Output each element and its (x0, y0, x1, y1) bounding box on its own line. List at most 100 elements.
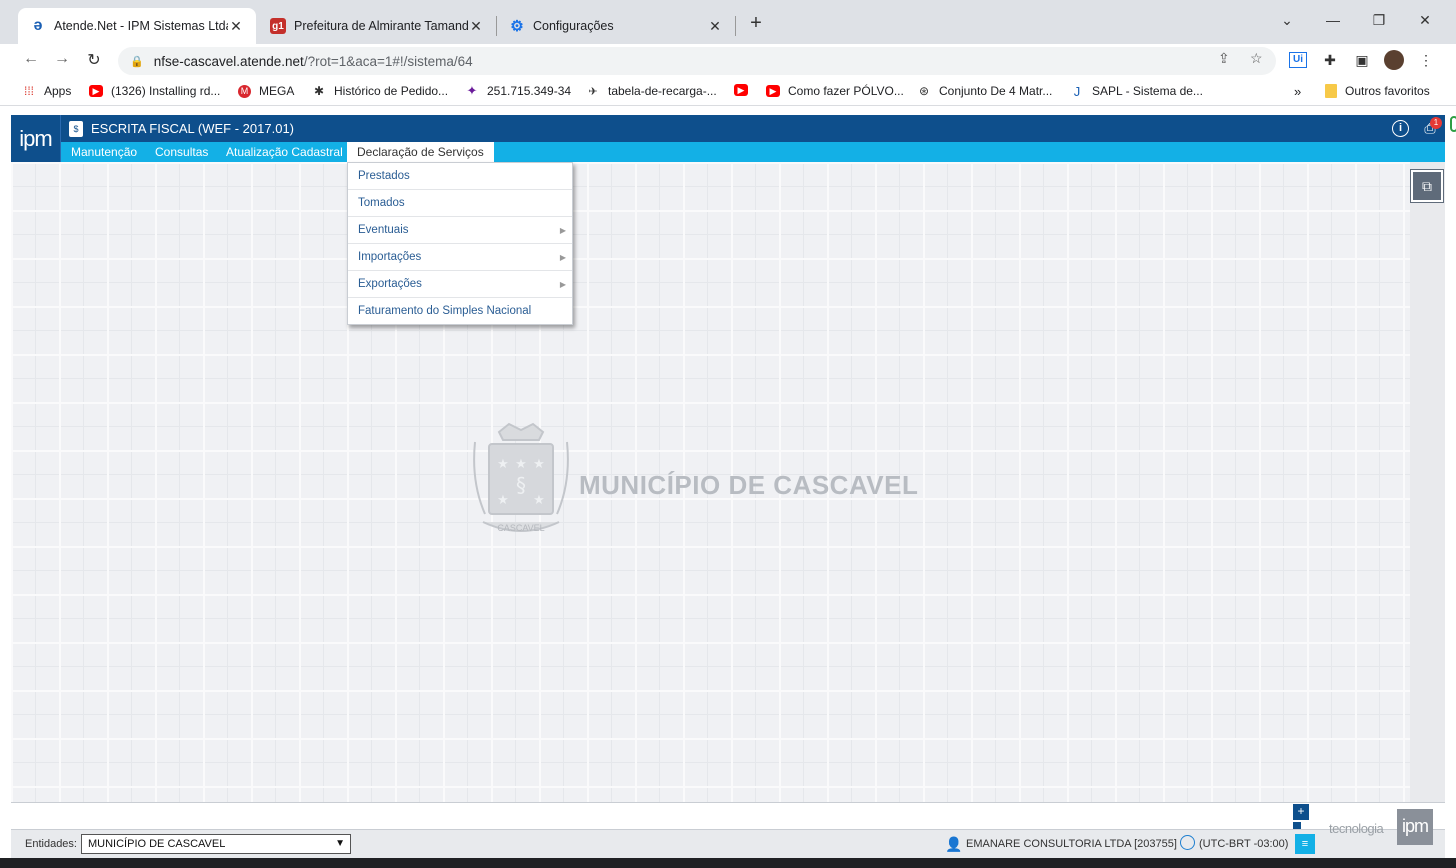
tab-prefeitura[interactable]: g1 Prefeitura de Almirante Tamanda ✕ (258, 8, 496, 44)
dropdown-item-label: Prestados (358, 170, 410, 182)
window-restore-icon[interactable]: ⧉ (1410, 169, 1444, 203)
submenu-arrow-icon: ▶ (559, 280, 566, 289)
forward-button[interactable]: → (51, 50, 73, 68)
mega-icon: M (238, 84, 251, 98)
menu-atualizacao-cadastral[interactable]: Atualização Cadastral (216, 142, 353, 162)
main-menu-bar: Manutenção Consultas Atualização Cadastr… (61, 142, 1445, 162)
bookmark-sapl[interactable]: J SAPL - Sistema de... (1070, 83, 1203, 99)
star-icon[interactable]: ☆ (1250, 50, 1263, 67)
minimize-button[interactable]: — (1318, 12, 1348, 28)
url-path: /?rot=1&aca=1#!/sistema/64 (303, 53, 473, 69)
municipality-name: MUNICÍPIO DE CASCAVEL (579, 470, 919, 500)
sapl-icon: J (1073, 83, 1081, 99)
restore-button[interactable]: ❐ (1364, 12, 1394, 29)
bookmark-outros-favoritos[interactable]: Outros favoritos (1325, 84, 1430, 98)
youtube-icon: ▶ (89, 85, 103, 97)
close-tab-icon[interactable]: ✕ (468, 18, 484, 35)
tab-separator (735, 16, 736, 36)
close-window-button[interactable]: ✕ (1410, 12, 1440, 29)
tab-title: Prefeitura de Almirante Tamanda (294, 19, 468, 33)
bookmark-label: Apps (44, 84, 72, 98)
svg-text:★: ★ (515, 457, 527, 472)
bookmark-polvora[interactable]: ▶ Como fazer PÓLVO... (766, 84, 904, 98)
dropdown-item-exportacoes[interactable]: Exportações ▶ (348, 271, 572, 298)
dropdown-item-eventuais[interactable]: Eventuais ▶ (348, 217, 572, 244)
menu-consultas[interactable]: Consultas (145, 142, 218, 162)
svg-text:§: § (516, 473, 526, 497)
bookmark-cpf[interactable]: ✦ 251.715.349-34 (465, 83, 572, 98)
footer-taskbar (11, 802, 1445, 829)
timezone: (UTC-BRT -03:00) (1199, 838, 1289, 850)
workspace-side-panel: ⧉ (1410, 162, 1445, 802)
dropdown-item-faturamento-simples[interactable]: Faturamento do Simples Nacional (348, 298, 572, 325)
uipath-extension-icon[interactable]: Ui (1289, 52, 1307, 68)
add-window-button[interactable]: + (1293, 804, 1309, 820)
window-square-icon[interactable] (1293, 822, 1301, 829)
dropdown-item-label: Importações (358, 251, 422, 263)
close-tab-icon[interactable]: ✕ (228, 18, 244, 35)
back-button[interactable]: ← (20, 50, 42, 68)
info-icon[interactable]: i (1392, 120, 1409, 137)
bookmark-youtube-installing[interactable]: ▶ (1326) Installing rd... (89, 84, 220, 98)
more-bookmarks-icon[interactable]: » (1294, 84, 1301, 99)
system-title: ESCRITA FISCAL (WEF - 2017.01) (91, 121, 294, 136)
tab-title: Configurações (533, 19, 614, 33)
notification-badge: 1 (1430, 117, 1442, 129)
bookmark-label: Conjunto De 4 Matr... (939, 84, 1053, 98)
menu-declaracao-de-servicos[interactable]: Declaração de Serviços (347, 142, 494, 162)
bookmarks-bar: ⁞⁞⁞ Apps ▶ (1326) Installing rd... M MEGA ✱… (0, 78, 1456, 106)
youtube-icon: ▶ (734, 84, 748, 96)
submenu-arrow-icon: ▶ (559, 253, 566, 262)
tab-search-icon[interactable]: ⌄ (1272, 12, 1302, 29)
new-tab-button[interactable]: + (744, 12, 768, 35)
hamburger-menu-icon[interactable]: ≡ (1295, 834, 1315, 854)
bookmark-apps[interactable]: ⁞⁞⁞ Apps (22, 84, 71, 98)
green-status-icon (1450, 116, 1456, 132)
bookmark-tabela[interactable]: ✈ tabela-de-recarga-... (586, 84, 716, 98)
submenu-arrow-icon: ▶ (559, 226, 566, 235)
dropdown-item-label: Faturamento do Simples Nacional (358, 305, 532, 317)
close-tab-icon[interactable]: ✕ (707, 18, 723, 35)
lock-icon: 🔒 (130, 55, 144, 68)
bookmark-mega[interactable]: M MEGA (238, 84, 294, 98)
bookmark-label: Outros favoritos (1345, 84, 1430, 98)
reload-button[interactable]: ↻ (83, 50, 105, 70)
tab-atende[interactable]: ə Atende.Net - IPM Sistemas Ltda ✕ (18, 8, 256, 44)
app-frame: $ ESCRITA FISCAL (WEF - 2017.01) i ⎙ 1 i… (11, 115, 1445, 858)
entity-select[interactable]: MUNICÍPIO DE CASCAVEL ▼ (81, 834, 351, 854)
status-bar: Entidades: MUNICÍPIO DE CASCAVEL ▼ 👤 EMA… (11, 829, 1445, 858)
address-bar[interactable]: 🔒 nfse-cascavel.atende.net/?rot=1&aca=1#… (118, 47, 1276, 75)
profile-avatar[interactable] (1384, 50, 1404, 70)
dropdown-item-tomados[interactable]: Tomados (348, 190, 572, 217)
tab-title: Atende.Net - IPM Sistemas Ltda (54, 19, 228, 33)
current-user[interactable]: EMANARE CONSULTORIA LTDA [203755] (966, 838, 1177, 850)
svg-text:★: ★ (497, 457, 509, 472)
side-panel-icon[interactable]: ▣ (1353, 52, 1371, 69)
declaracao-dropdown-menu: Prestados Tomados Eventuais ▶ Importações… (347, 162, 573, 325)
bookmark-youtube[interactable]: ▶ (734, 84, 756, 96)
tab-configuracoes[interactable]: ⚙ Configurações ✕ (497, 8, 735, 44)
menu-manutencao[interactable]: Manutenção (61, 142, 147, 162)
folder-icon (1325, 84, 1337, 98)
extensions-puzzle-icon[interactable]: ✚ (1321, 52, 1339, 69)
url-host: nfse-cascavel.atende.net (153, 53, 304, 69)
share-icon[interactable]: ⇪ (1218, 50, 1230, 67)
app-header: $ ESCRITA FISCAL (WEF - 2017.01) i ⎙ 1 (11, 115, 1445, 142)
municipality-coat-of-arms: ★ ★ ★ ★ ★ § CASCAVEL (473, 422, 569, 533)
bookmark-label: 251.715.349-34 (487, 84, 572, 98)
bookmark-conjunto[interactable]: ⊛ Conjunto De 4 Matr... (917, 84, 1052, 98)
youtube-icon: ▶ (766, 85, 780, 97)
brand-logo: ipm (1397, 809, 1433, 845)
system-icon: $ (69, 121, 83, 137)
browser-menu-icon[interactable]: ⋮ (1417, 52, 1435, 69)
bookmark-site-icon: ⊛ (918, 84, 930, 98)
dropdown-item-importacoes[interactable]: Importações ▶ (348, 244, 572, 271)
bookmark-label: (1326) Installing rd... (111, 84, 221, 98)
dropdown-item-prestados[interactable]: Prestados (348, 163, 572, 190)
g1-icon: g1 (270, 18, 286, 34)
bookmark-label: Como fazer PÓLVO... (788, 84, 904, 98)
bookmark-historico[interactable]: ✱ Histórico de Pedido... (312, 84, 448, 98)
emblem-label: CASCAVEL (497, 523, 544, 533)
dropdown-item-label: Exportações (358, 278, 422, 290)
ipm-logo[interactable]: ipm (11, 115, 61, 162)
